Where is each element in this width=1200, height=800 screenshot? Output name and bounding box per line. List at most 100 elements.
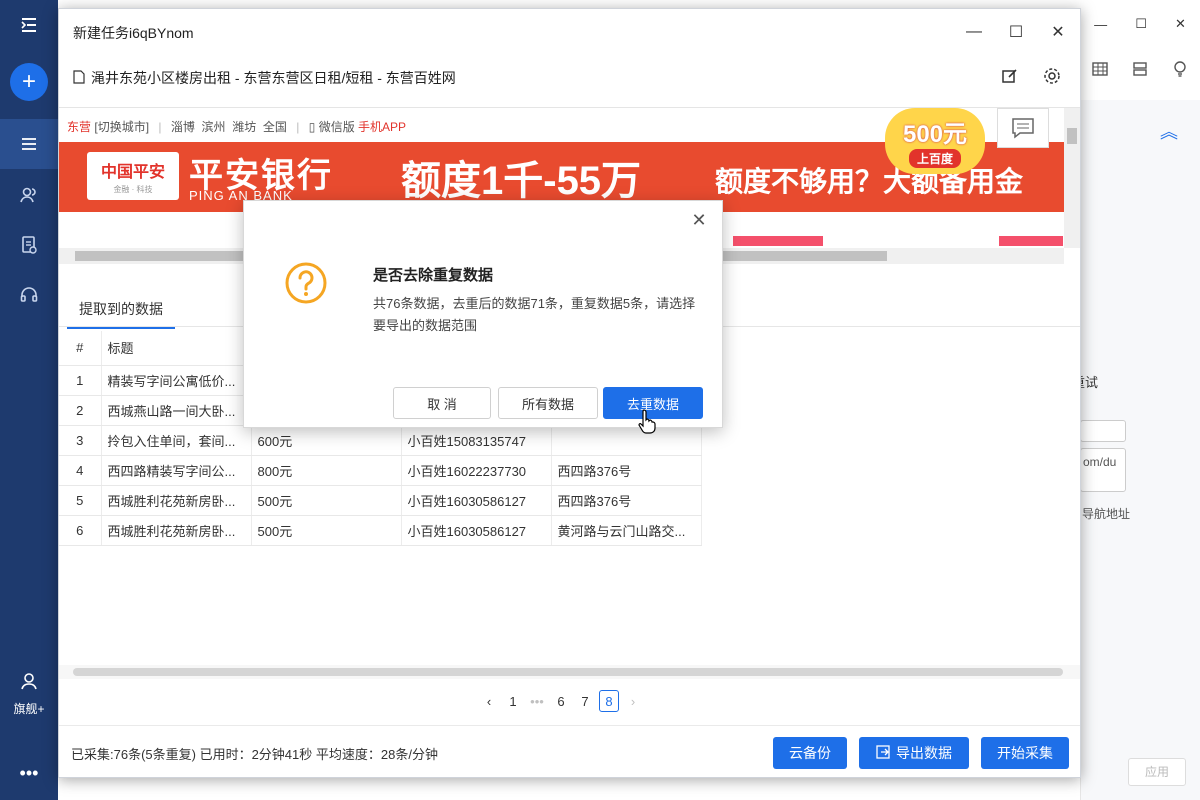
background-input[interactable] [1080, 420, 1126, 442]
column-header[interactable]: 标题 [101, 331, 252, 366]
task-list-icon[interactable] [0, 119, 58, 169]
table-cell: 精装写字间公寓低价... [101, 365, 252, 396]
page-link[interactable]: 6 [551, 690, 571, 712]
wechat-link[interactable]: 微信版 [319, 120, 355, 134]
page-link[interactable]: 1 [503, 690, 523, 712]
row-index: 1 [59, 365, 102, 396]
table-cell: 500元 [251, 515, 402, 546]
app-link[interactable]: 手机APP [358, 120, 406, 134]
vertical-scrollbar[interactable] [1064, 108, 1080, 248]
table-icon[interactable] [1091, 60, 1109, 81]
vip-label: 旗舰+ [13, 702, 45, 716]
user-account-icon[interactable] [0, 656, 58, 706]
city-link[interactable]: 潍坊 [232, 120, 256, 134]
page-link[interactable]: 7 [575, 690, 595, 712]
table-cell: 小百姓16022237730 [401, 455, 552, 486]
maximize-icon[interactable]: ☐ [1135, 16, 1147, 32]
more-icon[interactable]: ••• [0, 748, 58, 798]
table-row[interactable]: 6 西城胜利花苑新房卧... 500元 小百姓16030586127 黄河路与云门山路交… [59, 515, 702, 546]
table-cell: 西城胜利花苑新房卧... [101, 515, 252, 546]
hand-cursor-icon [638, 409, 656, 434]
city-link[interactable]: 滨州 [202, 120, 226, 134]
chevron-up-icon[interactable]: ︽ [1160, 118, 1178, 144]
apply-button[interactable]: 应用 [1128, 758, 1186, 786]
maximize-icon[interactable]: ☐ [1003, 19, 1029, 45]
all-data-button[interactable]: 所有数据 [498, 387, 598, 419]
minimize-icon[interactable]: — [961, 19, 987, 45]
table-cell: 西四路376号 [551, 455, 702, 486]
table-cell: 500元 [251, 485, 402, 516]
background-url-textarea[interactable]: om/du [1080, 448, 1126, 492]
table-cell: 西城燕山路一间大卧... [101, 395, 252, 426]
city-link[interactable]: 淄博 [171, 120, 195, 134]
table-horizontal-scrollbar[interactable] [59, 665, 1080, 679]
window-footer: 已采集:76条(5条重复) 已用时：2分钟41秒 平均速度：28条/分钟 云备份… [59, 725, 1080, 777]
users-icon[interactable] [0, 170, 58, 220]
table-row[interactable]: 4 西四路精装写字间公... 800元 小百姓16022237730 西四路376号 [59, 455, 702, 486]
cloud-backup-button[interactable]: 云备份 [773, 737, 847, 769]
pingan-logo: 中国平安 金融 · 科技 [87, 152, 179, 200]
current-page[interactable]: 8 [599, 690, 619, 712]
lightbulb-icon[interactable] [1171, 60, 1189, 81]
promo-sub: 上百度 [908, 149, 961, 168]
settings-icon[interactable] [1041, 65, 1063, 87]
background-toolbar [1080, 52, 1200, 88]
pagination: ‹ 1 ••• 6 7 8 › [479, 689, 643, 713]
logo-sub: 金融 · 科技 [113, 185, 153, 194]
chat-icon[interactable] [997, 108, 1049, 148]
table-cell: 西四路376号 [551, 485, 702, 516]
tab-extracted-data[interactable]: 提取到的数据 [67, 291, 175, 329]
collection-status: 已采集:76条(5条重复) 已用时：2分钟41秒 平均速度：28条/分钟 [71, 747, 438, 762]
start-collect-label: 开始采集 [997, 745, 1053, 761]
table-cell: 小百姓16030586127 [401, 485, 552, 516]
table-cell: 西城胜利花苑新房卧... [101, 485, 252, 516]
cloud-backup-label: 云备份 [789, 745, 831, 761]
app-sidebar: + 旗舰+ ••• [0, 0, 58, 800]
close-icon[interactable]: ✕ [688, 209, 710, 231]
table-cell [551, 425, 702, 456]
new-task-button[interactable]: + [10, 63, 48, 101]
dialog-message: 共76条数据，去重后的数据71条，重复数据5条，请选择要导出的数据范围 [373, 296, 696, 333]
layout-icon[interactable] [1131, 60, 1149, 81]
minimize-icon[interactable]: — [1094, 17, 1107, 32]
page-title-text: 渑井东苑小区楼房出租 - 东营东营区日租/短租 - 东营百姓网 [91, 70, 456, 86]
close-icon[interactable]: ✕ [1045, 19, 1071, 45]
background-window-controls: — ☐ ✕ [1080, 0, 1200, 48]
table-row[interactable]: 5 西城胜利花苑新房卧... 500元 小百姓16030586127 西四路376号 [59, 485, 702, 516]
url-tools [999, 65, 1063, 87]
close-icon[interactable]: ✕ [1175, 16, 1186, 32]
switch-city-link[interactable]: [切换城市] [94, 120, 149, 134]
dialog-title: 是否去除重复数据 [373, 267, 494, 284]
edit-icon[interactable] [999, 65, 1021, 87]
document-icon[interactable] [0, 220, 58, 270]
window-title: 新建任务i6qBYnom [73, 25, 194, 41]
export-data-button[interactable]: 导出数据 [859, 737, 969, 769]
row-index: 6 [59, 515, 102, 546]
question-icon [285, 262, 327, 304]
menu-toggle-icon[interactable] [0, 0, 58, 50]
row-index: 5 [59, 485, 102, 516]
cancel-button[interactable]: 取 消 [393, 387, 491, 419]
column-header[interactable]: # [59, 331, 102, 366]
prev-page-icon[interactable]: ‹ [479, 690, 499, 712]
row-index: 3 [59, 425, 102, 456]
page-icon [73, 69, 85, 87]
table-cell: 拎包入住单间，套间... [101, 425, 252, 456]
export-label: 导出数据 [896, 745, 952, 761]
table-cell: 800元 [251, 455, 402, 486]
current-city[interactable]: 东营 [67, 120, 91, 134]
city-link[interactable]: 全国 [263, 120, 287, 134]
next-page-icon[interactable]: › [623, 690, 643, 712]
table-cell: 600元 [251, 425, 402, 456]
table-cell: 小百姓15083135747 [401, 425, 552, 456]
table-cell: 小百姓16030586127 [401, 515, 552, 546]
promo-badge[interactable]: 500元 上百度 [885, 108, 985, 174]
table-cell: 西四路精装写字间公... [101, 455, 252, 486]
table-row[interactable]: 3 拎包入住单间，套间... 600元 小百姓15083135747 [59, 425, 702, 456]
row-index: 2 [59, 395, 102, 426]
start-collect-button[interactable]: 开始采集 [981, 737, 1069, 769]
dedupe-dialog: ✕ 是否去除重复数据 共76条数据，去重后的数据71条，重复数据5条，请选择要导… [243, 200, 723, 428]
page-ellipsis[interactable]: ••• [527, 690, 547, 712]
headset-icon[interactable] [0, 270, 58, 320]
web-nav: 东营 [切换城市] | 淄博 滨州 潍坊 全国 | ▯ 微信版 手机APP [67, 120, 407, 134]
